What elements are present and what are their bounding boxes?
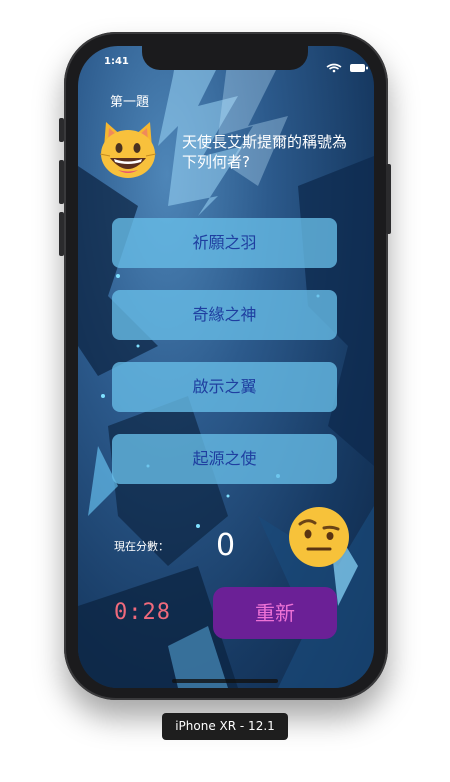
- power-button: [386, 164, 391, 234]
- volume-down-button: [59, 212, 64, 256]
- countdown-timer: 0:28: [114, 600, 171, 625]
- answer-option-3[interactable]: 啟示之翼: [112, 362, 337, 412]
- device-notch: [142, 46, 308, 70]
- answer-option-1[interactable]: 祈願之羽: [112, 218, 337, 268]
- smiling-cat-icon: [99, 122, 157, 178]
- reset-button[interactable]: 重新: [213, 587, 337, 639]
- battery-icon: [350, 63, 369, 72]
- question-number: 第一題: [110, 95, 150, 110]
- volume-up-button: [59, 160, 64, 204]
- raised-eyebrow-face-icon: [289, 507, 349, 567]
- wifi-icon: [326, 63, 342, 72]
- answer-option-2[interactable]: 奇緣之神: [112, 290, 337, 340]
- simulator-device-label: iPhone XR - 12.1: [162, 713, 288, 740]
- home-indicator: [172, 679, 278, 683]
- question-text: 天使長艾斯提爾的稱號為下列何者?: [182, 133, 348, 171]
- score-value: 0: [216, 528, 236, 563]
- mute-switch: [59, 118, 64, 142]
- answer-option-4[interactable]: 起源之使: [112, 434, 337, 484]
- status-time: 1:41: [104, 56, 129, 67]
- score-label: 現在分數：: [114, 540, 169, 553]
- status-icons: [326, 57, 369, 76]
